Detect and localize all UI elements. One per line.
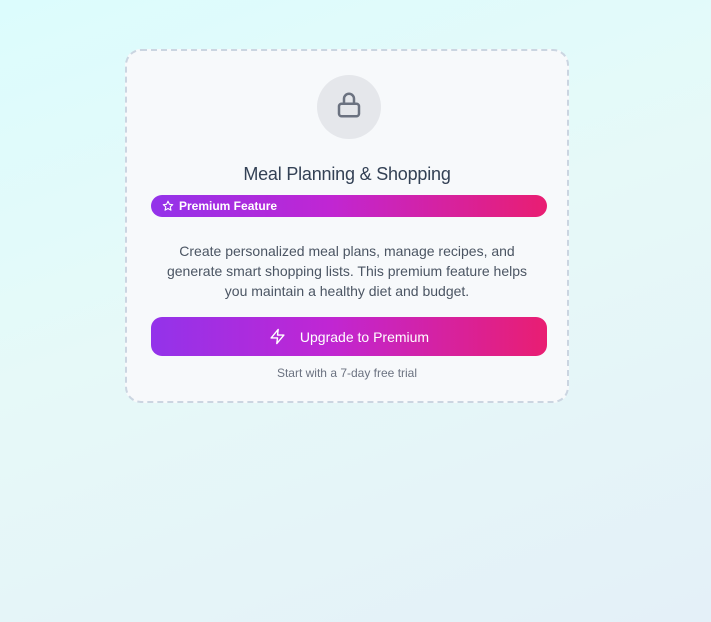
premium-feature-card: Meal Planning & Shopping Premium Feature… — [125, 49, 569, 403]
lock-badge — [317, 75, 381, 139]
feature-description: Create personalized meal plans, manage r… — [166, 243, 528, 299]
premium-feature-badge: Premium Feature — [151, 195, 547, 217]
lightning-bolt-icon — [269, 328, 286, 345]
premium-badge-label: Premium Feature — [179, 199, 278, 213]
star-icon — [162, 200, 174, 212]
upgrade-to-premium-button[interactable]: Upgrade to Premium — [151, 317, 547, 356]
free-trial-note: Start with a 7-day free trial — [276, 366, 418, 380]
feature-title: Meal Planning & Shopping — [243, 164, 451, 184]
lock-icon — [334, 90, 364, 125]
upgrade-button-label: Upgrade to Premium — [299, 328, 430, 345]
